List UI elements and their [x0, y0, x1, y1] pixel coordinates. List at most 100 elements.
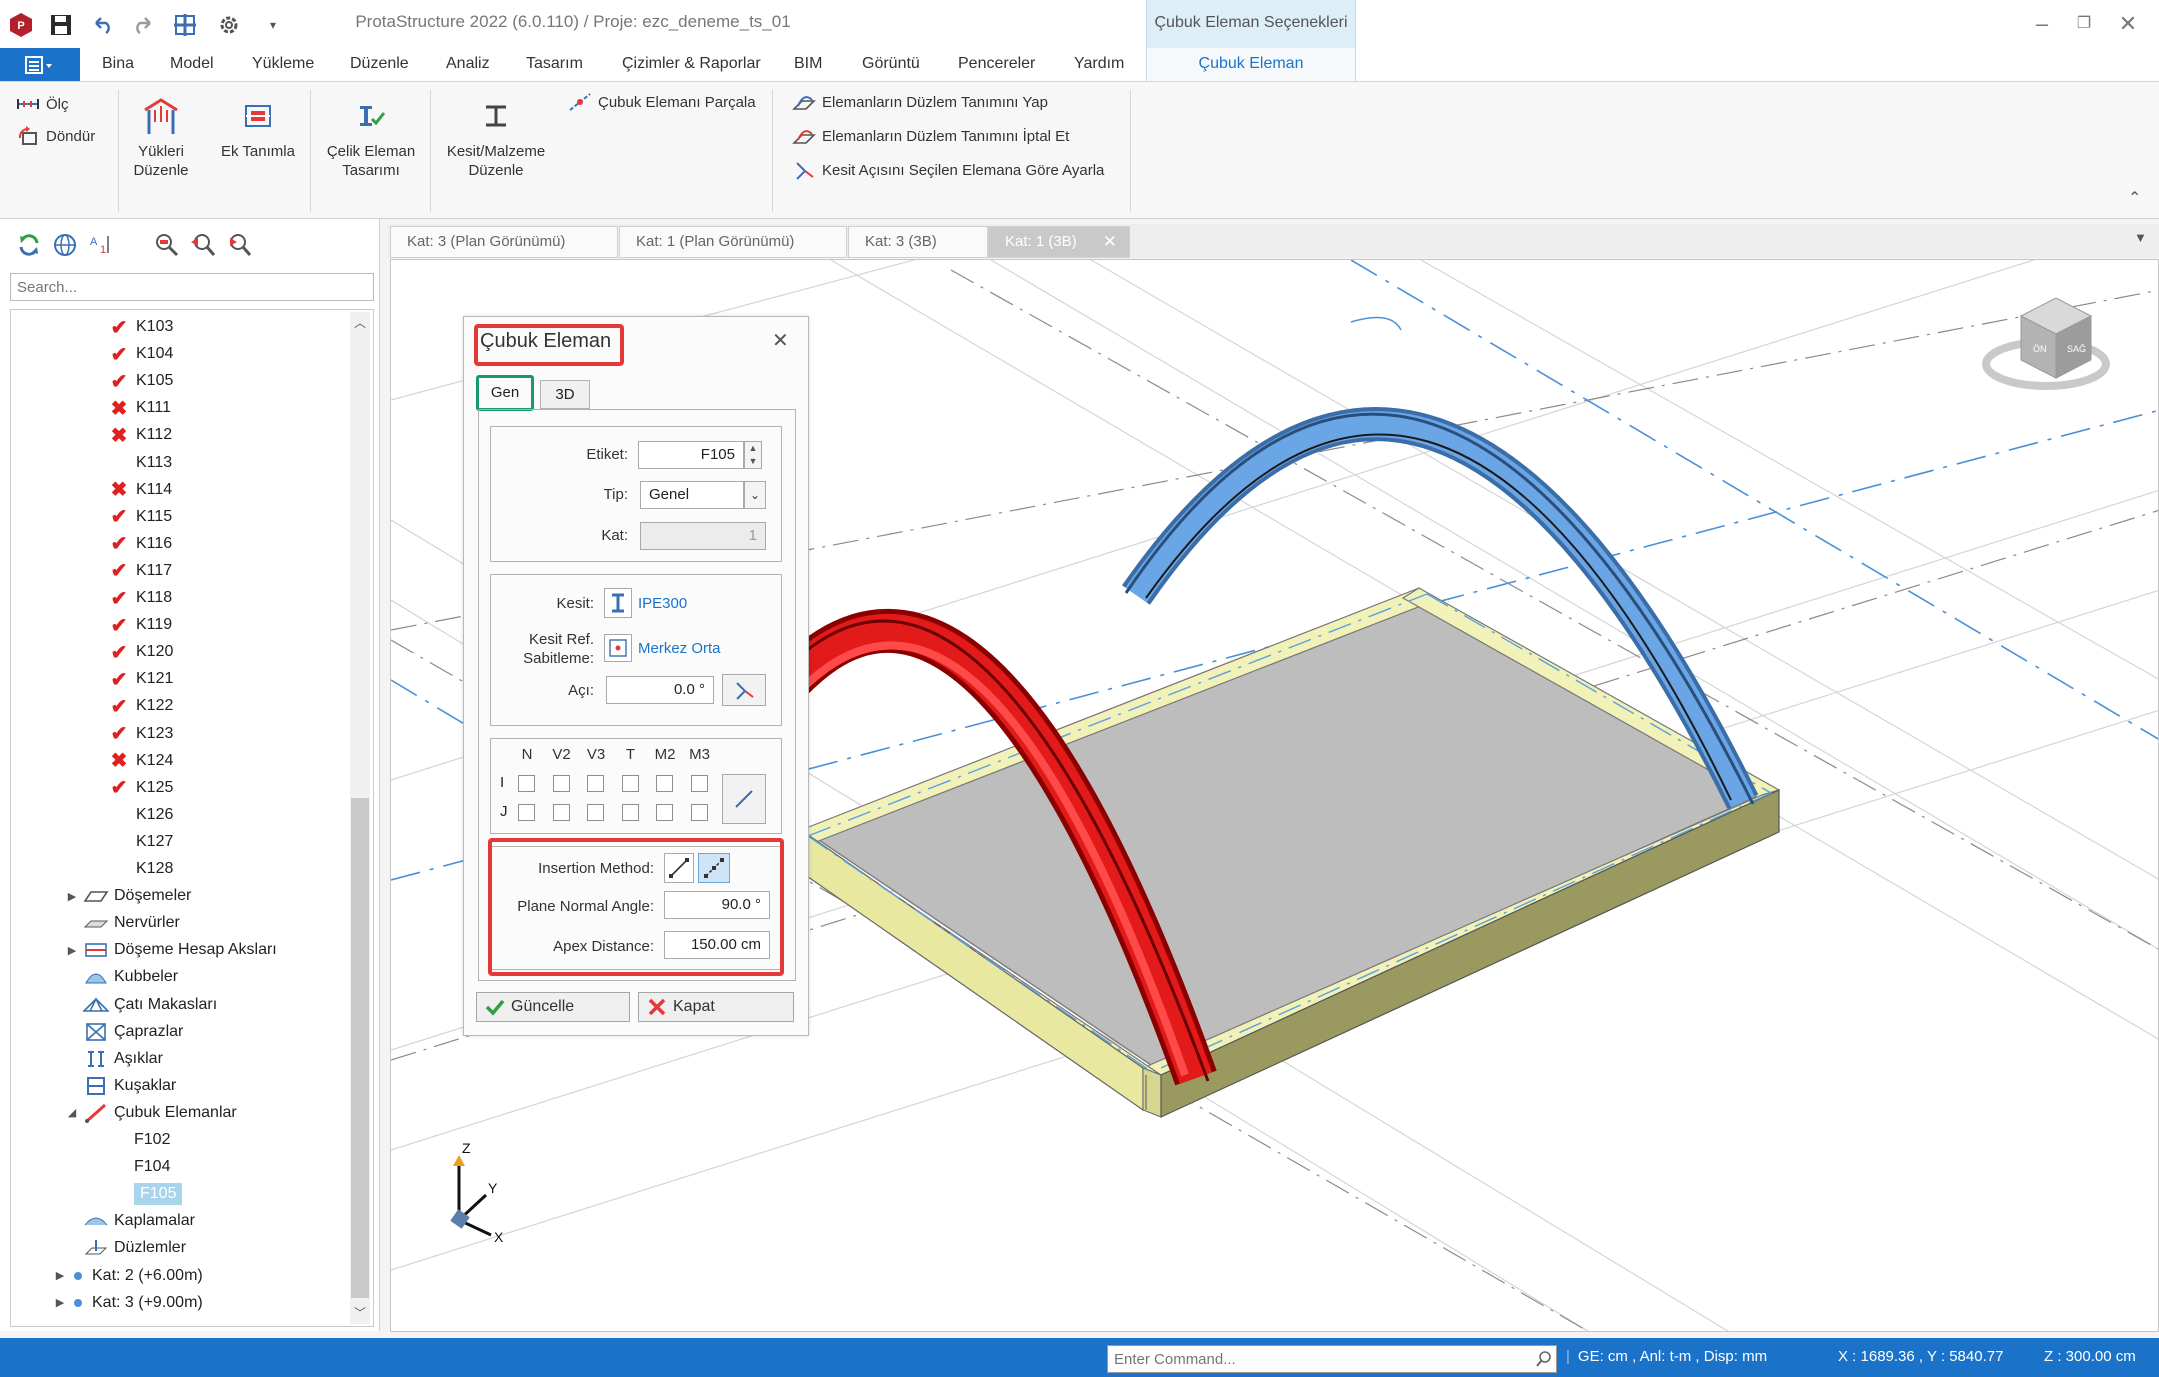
menu-bina[interactable]: Bina	[102, 55, 134, 73]
zoom-previous-icon[interactable]	[188, 230, 218, 260]
scroll-down-icon[interactable]: ﹀	[351, 1304, 369, 1322]
tree-item-beam[interactable]: K127	[108, 829, 173, 855]
tree-item-beam[interactable]: ✔ K121	[108, 666, 174, 692]
tab-kat1-3d[interactable]: Kat: 1 (3B) ✕	[988, 226, 1130, 258]
menu-goruntu[interactable]: Görüntü	[862, 55, 920, 73]
release-pick-button[interactable]	[722, 774, 766, 824]
release-checkbox[interactable]	[518, 775, 535, 792]
expand-arrow-icon[interactable]: ▶	[64, 890, 80, 903]
tree-folder-dome[interactable]: Kubbeler	[64, 964, 178, 990]
tree-item-beam[interactable]: ✔ K117	[108, 558, 173, 584]
etiket-spinner[interactable]: ▲ ▼	[744, 441, 762, 469]
tree-item-beam[interactable]: ✔ K120	[108, 639, 174, 665]
update-button[interactable]: Güncelle	[476, 992, 630, 1022]
release-checkbox[interactable]	[690, 775, 708, 792]
menu-duzenle[interactable]: Düzenle	[350, 55, 409, 73]
tree-item-beam[interactable]: ✔ K104	[108, 341, 174, 367]
tree-item-beam[interactable]: ✔ K125	[108, 775, 174, 801]
tree-folder-purlin[interactable]: Aşıklar	[64, 1046, 163, 1072]
tree-storey[interactable]: ▶ Kat: 3 (+9.00m)	[52, 1290, 203, 1316]
collapse-ribbon-icon[interactable]: ⌃	[2128, 188, 2141, 208]
edit-loads-button[interactable]: Yükleri Düzenle	[124, 96, 198, 180]
menu-yukleme[interactable]: Yükleme	[252, 55, 314, 73]
tree-folder-slab-axis[interactable]: ▶ Döşeme Hesap Aksları	[64, 937, 277, 963]
tree-item-beam[interactable]: K113	[108, 450, 172, 476]
tab-kat3-plan[interactable]: Kat: 3 (Plan Görünümü)	[390, 226, 618, 258]
tab-3d[interactable]: 3D	[540, 380, 590, 409]
steel-member-design-button[interactable]: Çelik Eleman Tasarımı	[318, 96, 424, 180]
edit-section-material-button[interactable]: Kesit/Malzeme Düzenle	[436, 96, 556, 180]
tip-select[interactable]: Genel	[640, 481, 744, 509]
tab-kat3-3d[interactable]: Kat: 3 (3B)	[848, 226, 988, 258]
tree-item-beam[interactable]: K126	[108, 802, 173, 828]
zoom-find-icon[interactable]	[152, 230, 182, 260]
rotate-button[interactable]: Döndür	[14, 124, 95, 148]
tree-folder-plane[interactable]: Düzlemler	[64, 1235, 186, 1261]
split-member-button[interactable]: Çubuk Elemanı Parçala	[566, 90, 756, 114]
command-input[interactable]	[1107, 1345, 1557, 1373]
close-button[interactable]: Kapat	[638, 992, 794, 1022]
tree-item-beam[interactable]: ✔ K119	[108, 612, 173, 638]
release-checkbox[interactable]	[587, 804, 604, 821]
expand-arrow-icon[interactable]: ▶	[52, 1269, 68, 1282]
command-search-icon[interactable]	[1532, 1347, 1556, 1371]
aci-input[interactable]: 0.0 °	[606, 676, 714, 704]
cancel-member-plane-button[interactable]: Elemanların Düzlem Tanımını İptal Et	[790, 124, 1069, 148]
section-picker-icon[interactable]	[604, 588, 632, 618]
tree-item-member[interactable]: F105	[134, 1181, 183, 1207]
pick-angle-button[interactable]	[722, 674, 766, 706]
tab-kat1-plan[interactable]: Kat: 1 (Plan Görünümü)	[619, 226, 847, 258]
tree-folder-brace[interactable]: Çaprazlar	[64, 1019, 183, 1045]
collapse-arrow-icon[interactable]: ◢	[64, 1106, 80, 1119]
etiket-input[interactable]: F105	[638, 441, 744, 469]
tip-dropdown-icon[interactable]: ⌄	[744, 481, 766, 509]
menu-analiz[interactable]: Analiz	[446, 55, 490, 73]
tree-item-beam[interactable]: ✔ K122	[108, 693, 174, 719]
release-checkbox[interactable]	[621, 775, 639, 792]
menu-pencereler[interactable]: Pencereler	[958, 55, 1035, 73]
kesit-ref-value-link[interactable]: Merkez Orta	[638, 640, 721, 657]
tree-search-input[interactable]	[10, 273, 374, 301]
expand-arrow-icon[interactable]: ▶	[52, 1296, 68, 1309]
menu-model[interactable]: Model	[170, 55, 214, 73]
release-checkbox[interactable]	[552, 804, 570, 821]
menu-tasarim[interactable]: Tasarım	[526, 55, 583, 73]
close-window-icon[interactable]: ✕	[2110, 10, 2146, 40]
tab-cubuk-eleman[interactable]: Çubuk Eleman	[1146, 48, 1356, 82]
minimize-icon[interactable]: –	[2024, 10, 2060, 40]
apex-distance-input[interactable]: 150.00 cm	[664, 931, 770, 959]
tree-folder-girt[interactable]: Kuşaklar	[64, 1073, 176, 1099]
dialog-close-icon[interactable]: ✕	[772, 328, 789, 353]
tab-list-dropdown-icon[interactable]: ▼	[2134, 230, 2147, 245]
define-member-plane-button[interactable]: Elemanların Düzlem Tanımını Yap	[790, 90, 1048, 114]
tree-folder-cladding[interactable]: Kaplamalar	[64, 1208, 195, 1234]
tree-item-beam[interactable]: ✔ K115	[108, 504, 173, 530]
zoom-next-icon[interactable]	[224, 230, 254, 260]
tree-item-beam[interactable]: ✖ K111	[108, 395, 171, 421]
tree-item-beam[interactable]: ✔ K116	[108, 531, 173, 557]
tree-folder-slab[interactable]: ▶ Döşemeler	[64, 883, 192, 909]
release-checkbox[interactable]	[518, 804, 535, 821]
tree-item-member[interactable]: F104	[134, 1154, 170, 1180]
file-menu-button[interactable]	[0, 48, 80, 81]
reference-point-icon[interactable]	[604, 634, 632, 662]
define-joint-button[interactable]: Ek Tanımla	[212, 96, 304, 161]
tree-folder-member[interactable]: ◢ Çubuk Elemanlar	[64, 1100, 237, 1126]
release-checkbox[interactable]	[552, 775, 570, 792]
plane-normal-angle-input[interactable]: 90.0 °	[664, 891, 770, 919]
menu-cizimler-raporlar[interactable]: Çizimler & Raporlar	[622, 55, 761, 73]
release-checkbox[interactable]	[656, 804, 673, 821]
measure-button[interactable]: Ölç	[14, 92, 69, 116]
kesit-value-link[interactable]: IPE300	[638, 595, 687, 612]
tree-item-member[interactable]: F102	[134, 1127, 170, 1153]
tree-item-beam[interactable]: ✔ K118	[108, 585, 173, 611]
refresh-icon[interactable]	[14, 230, 44, 260]
insertion-apex-button[interactable]	[698, 853, 730, 883]
tree-scroll-thumb[interactable]	[351, 798, 369, 1298]
tree-item-beam[interactable]: K128	[108, 856, 173, 882]
tree-item-beam[interactable]: ✖ K112	[108, 422, 173, 448]
restore-icon[interactable]: ❐	[2066, 10, 2102, 40]
menu-yardim[interactable]: Yardım	[1074, 55, 1124, 73]
globe-icon[interactable]	[50, 230, 80, 260]
tree-item-beam[interactable]: ✔ K105	[108, 368, 174, 394]
